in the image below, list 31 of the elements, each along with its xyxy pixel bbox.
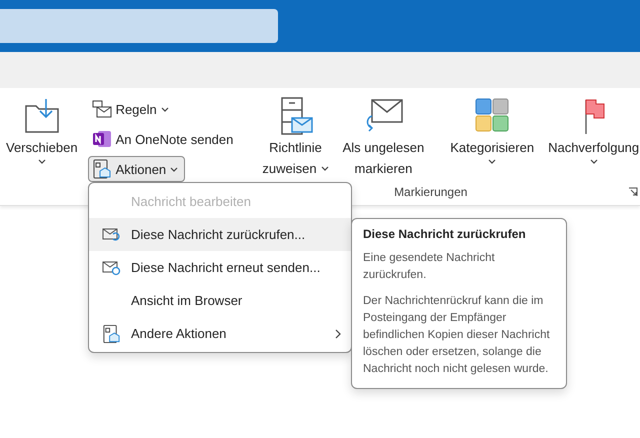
dialog-launcher-icon[interactable] (628, 187, 638, 197)
actions-icon (92, 159, 112, 179)
caret-icon (488, 159, 496, 164)
categorize-button[interactable]: Kategorisieren (432, 88, 540, 178)
chevron-right-icon (335, 328, 341, 338)
search-field[interactable] (0, 9, 278, 43)
menu-item[interactable]: Ansicht im Browser (89, 284, 351, 317)
actions-button[interactable]: Aktionen (88, 156, 186, 182)
menu-item[interactable]: Andere Aktionen (89, 317, 351, 350)
envelope-refresh-icon (102, 260, 121, 276)
flag-button[interactable]: Nachverfolgung (542, 88, 640, 178)
caret-icon (590, 159, 598, 164)
caret-icon (170, 166, 178, 172)
envelope-undo-icon (102, 227, 121, 242)
rules-button[interactable]: Regeln (88, 96, 176, 122)
onenote-button[interactable]: An OneNote senden (88, 126, 240, 152)
tooltip-text: Eine gesendete Nachricht zurückrufen. (363, 251, 496, 283)
menu-item[interactable]: Diese Nachricht erneut senden... (89, 251, 351, 284)
caret-icon (160, 106, 169, 112)
caret-icon (38, 159, 46, 164)
policy-button[interactable]: Richtlinie zuweisen (256, 88, 335, 178)
tooltip-text: Der Nachrichtenrückruf kann die im Posteingang der Empfänger befindlichen Kopien dieser Nachricht löschen oder ersetzen, solange die Nachricht noch nicht gelesen wurde. (363, 294, 551, 377)
menu-item[interactable]: Diese Nachricht zurückrufen... (89, 218, 351, 251)
move-button[interactable]: Verschieben (0, 88, 84, 205)
rules-icon (92, 100, 112, 118)
tooltip-title: Diese Nachricht zurückrufen (363, 227, 527, 241)
group-label: Markierungen (394, 185, 468, 199)
onenote-icon (92, 129, 112, 149)
caret-icon (320, 166, 329, 171)
actions-icon (102, 324, 121, 344)
unread-button[interactable]: Als ungelesen markieren (336, 88, 430, 178)
